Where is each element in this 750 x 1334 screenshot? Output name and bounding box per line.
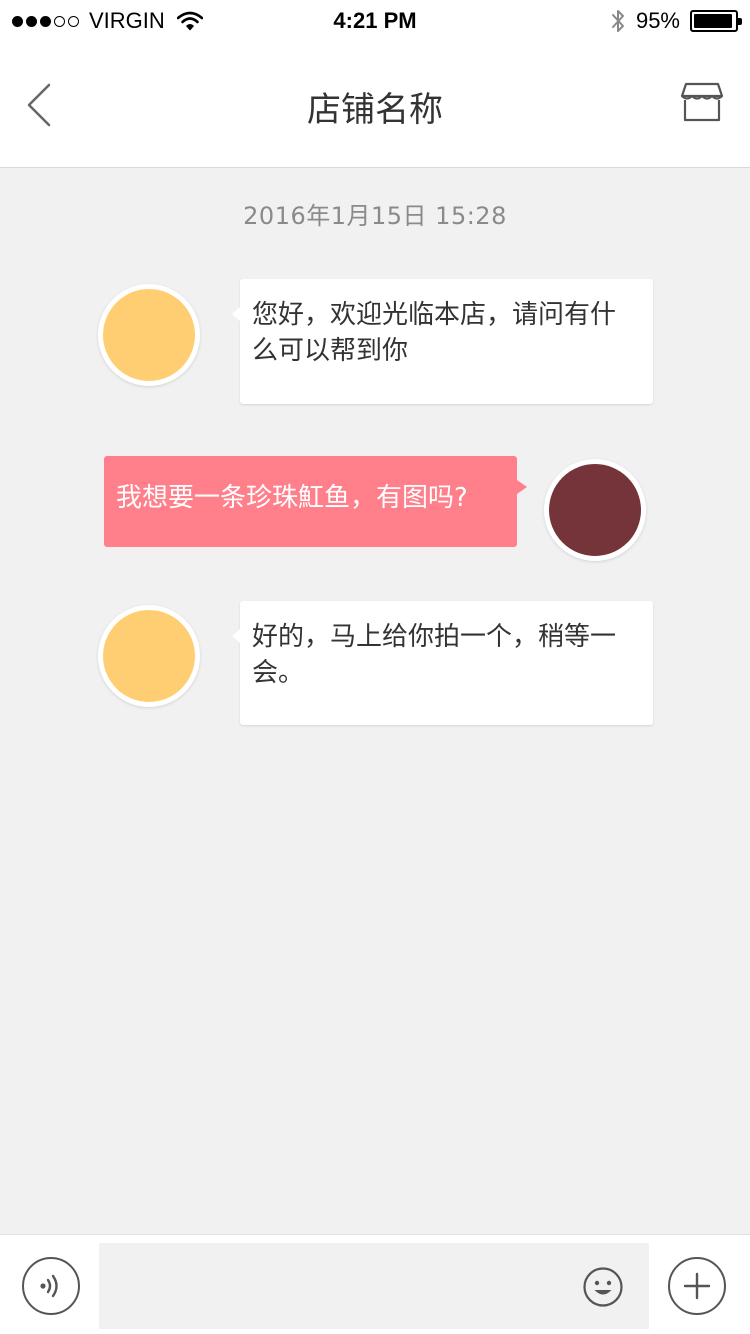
storefront-icon bbox=[680, 82, 724, 122]
user-avatar[interactable] bbox=[544, 459, 646, 561]
voice-icon bbox=[40, 1274, 58, 1298]
battery-percent: 95% bbox=[635, 8, 680, 33]
chat-area[interactable]: 2016年1月15日 15:28 您好，欢迎光临本店，请问有什么可以帮到你 我想… bbox=[0, 168, 750, 1234]
sent-message-bubble: 我想要一条珍珠魟鱼，有图吗? bbox=[104, 456, 527, 547]
emoji-button[interactable] bbox=[582, 1266, 624, 1308]
message-timestamp: 2016年1月15日 15:28 bbox=[243, 202, 507, 230]
navigation-bar: 店铺名称 bbox=[0, 42, 750, 168]
status-bar: VIRGIN 4:21 PM 95% bbox=[0, 0, 750, 42]
voice-button[interactable] bbox=[22, 1257, 80, 1315]
received-message-bubble: 您好，欢迎光临本店，请问有什么可以帮到你 bbox=[232, 279, 653, 404]
page-title: 店铺名称 bbox=[307, 90, 443, 130]
store-button[interactable] bbox=[680, 80, 730, 130]
battery-icon bbox=[690, 10, 742, 32]
status-bar-right: 95% bbox=[610, 8, 742, 34]
add-attachment-button[interactable] bbox=[668, 1257, 726, 1315]
shop-avatar[interactable] bbox=[98, 284, 200, 386]
input-bar bbox=[0, 1234, 750, 1334]
plus-icon bbox=[683, 1272, 711, 1300]
battery-level bbox=[694, 14, 732, 28]
shop-avatar[interactable] bbox=[98, 605, 200, 707]
message-input[interactable] bbox=[99, 1243, 649, 1329]
emoji-icon bbox=[583, 1267, 623, 1307]
bluetooth-icon bbox=[611, 10, 624, 32]
received-message-bubble: 好的，马上给你拍一个，稍等一会。 bbox=[232, 601, 653, 725]
